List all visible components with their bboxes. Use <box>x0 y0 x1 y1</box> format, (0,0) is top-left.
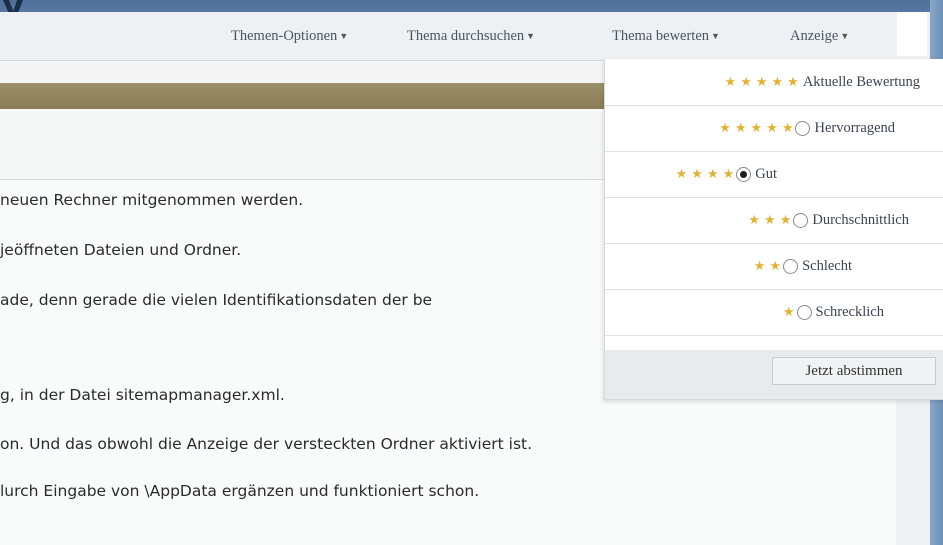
chevron-down-icon: ▼ <box>526 31 536 41</box>
rating-stars: ★ ★ ★ ★ <box>676 167 739 182</box>
star-icon: ★ <box>787 74 799 90</box>
display-mode-label: Anzeige <box>790 28 839 44</box>
current-rating-stars: ★ ★ ★ ★ ★ <box>725 75 803 90</box>
star-icon: ★ <box>675 166 688 182</box>
star-icon: ★ <box>782 304 795 320</box>
rate-thread-menu[interactable]: Thema bewerten ▼ <box>612 28 720 45</box>
submit-vote-button[interactable]: Jetzt abstimmen <box>772 357 936 385</box>
rating-option-label: Hervorragend <box>814 119 895 136</box>
star-icon: ★ <box>734 120 747 136</box>
rating-stars: ★ ★ ★ ★ ★ <box>719 121 797 136</box>
star-icon: ★ <box>691 166 703 182</box>
search-thread-menu[interactable]: Thema durchsuchen ▼ <box>407 28 535 45</box>
chevron-down-icon: ▼ <box>840 31 850 41</box>
rating-radio[interactable] <box>793 212 809 228</box>
post-text-line: ade, denn gerade die vielen Identifikati… <box>0 291 433 309</box>
rating-stars: ★ ★ ★ <box>748 213 795 228</box>
star-icon: ★ <box>753 258 766 274</box>
rating-radio[interactable] <box>736 166 752 182</box>
rating-dropdown: ★ ★ ★ ★ ★ Aktuelle Bewertung ★ ★ ★ ★ ★ Hervorrag… <box>604 59 943 400</box>
chevron-down-icon: ▼ <box>339 31 349 41</box>
post-text-line: g, in der Datei sitemapmanager.xml. <box>0 386 285 404</box>
post-text-line: neuen Rechner mitgenommen werden. <box>0 191 304 209</box>
star-icon: ★ <box>755 74 768 90</box>
star-icon: ★ <box>719 120 731 136</box>
rating-option-schrecklich[interactable]: ★ Schrecklich <box>605 289 943 336</box>
rating-stars: ★ ★ <box>754 259 785 274</box>
star-icon: ★ <box>750 120 763 136</box>
rating-option-label: Schlecht <box>802 257 852 274</box>
star-icon: ★ <box>748 212 761 228</box>
toolbar-end-box <box>897 12 927 56</box>
rating-radio[interactable] <box>783 258 799 274</box>
rating-radio[interactable] <box>796 304 812 320</box>
post-text-line: jeöffneten Dateien und Ordner. <box>0 241 242 259</box>
star-icon: ★ <box>740 74 752 90</box>
vote-area: Jetzt abstimmen <box>605 350 943 399</box>
chevron-down-icon: ▼ <box>711 31 720 41</box>
rate-thread-label: Thema bewerten <box>612 28 710 44</box>
rating-option-durchschnittlich[interactable]: ★ ★ ★ Durchschnittlich <box>605 197 943 244</box>
rating-option-hervorragend[interactable]: ★ ★ ★ ★ ★ Hervorragend <box>605 105 943 152</box>
star-icon: ★ <box>724 74 737 90</box>
rating-option-label: Durchschnittlich <box>812 211 909 228</box>
rating-option-label: Gut <box>755 165 777 182</box>
star-icon: ★ <box>766 120 778 136</box>
thread-toolbar: Themen-Optionen ▼ Thema durchsuchen ▼ Them… <box>0 12 930 61</box>
rating-radio[interactable] <box>795 120 811 136</box>
rating-option-label: Schrecklich <box>815 303 884 320</box>
current-rating-label: Aktuelle Bewertung <box>802 73 920 90</box>
star-icon: ★ <box>764 212 776 228</box>
current-rating-row: ★ ★ ★ ★ ★ Aktuelle Bewertung <box>605 59 943 106</box>
display-mode-menu[interactable]: Anzeige ▼ <box>790 28 849 45</box>
star-icon: ★ <box>722 166 735 182</box>
star-icon: ★ <box>779 212 792 228</box>
rating-option-gut[interactable]: ★ ★ ★ ★ Gut <box>605 151 943 198</box>
search-thread-label: Thema durchsuchen <box>407 28 525 44</box>
post-text-line: on. Und das obwohl die Anzeige der verst… <box>0 435 533 453</box>
rating-option-schlecht[interactable]: ★ ★ Schlecht <box>605 243 943 290</box>
post-header-bar <box>0 83 612 109</box>
star-icon: ★ <box>771 74 784 90</box>
thread-options-label: Themen-Optionen <box>231 28 338 44</box>
star-icon: ★ <box>781 120 794 136</box>
thread-options-menu[interactable]: Themen-Optionen ▼ <box>231 28 348 45</box>
post-text-line: lurch Eingabe von \AppData ergänzen und … <box>0 482 480 500</box>
star-icon: ★ <box>769 258 782 274</box>
star-icon: ★ <box>706 166 719 182</box>
forum-page: Themen-Optionen ▼ Thema durchsuchen ▼ Them… <box>0 12 943 545</box>
